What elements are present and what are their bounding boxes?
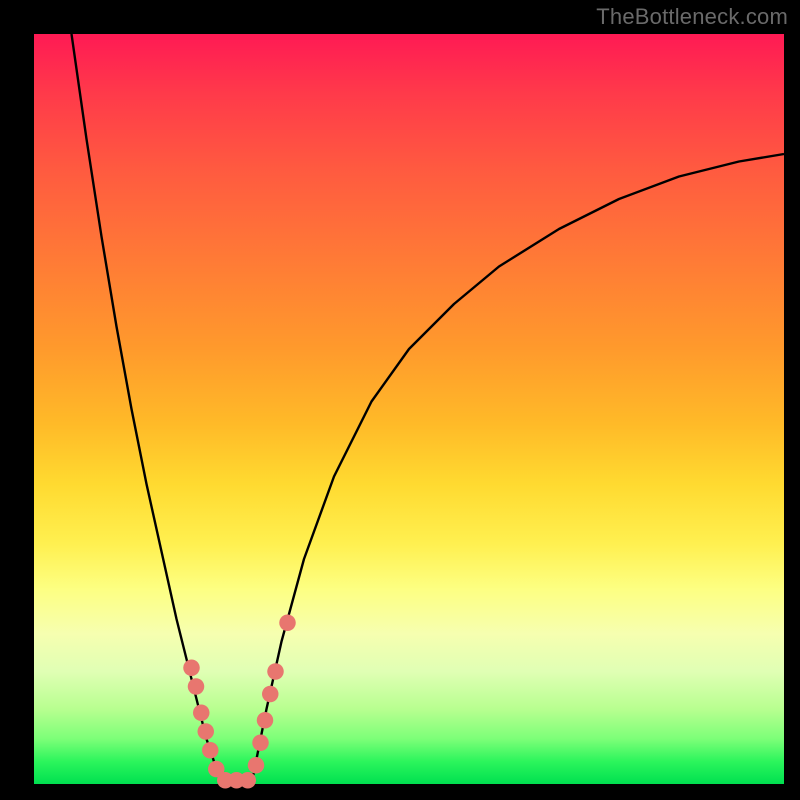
curve-marker bbox=[279, 615, 296, 632]
watermark-text: TheBottleneck.com bbox=[596, 4, 788, 30]
curve-marker bbox=[240, 772, 257, 789]
curve-marker bbox=[198, 723, 215, 740]
curve-markers bbox=[183, 615, 296, 789]
curve-marker bbox=[262, 686, 279, 703]
chart-svg bbox=[34, 34, 784, 784]
curve-marker bbox=[257, 712, 274, 729]
bottleneck-curve bbox=[72, 34, 785, 784]
chart-plot-area bbox=[34, 34, 784, 784]
curve-marker bbox=[188, 678, 205, 695]
curve-marker bbox=[183, 660, 200, 677]
curve-marker bbox=[248, 757, 265, 774]
chart-frame: TheBottleneck.com bbox=[0, 0, 800, 800]
curve-marker bbox=[202, 742, 219, 759]
curve-marker bbox=[252, 735, 269, 752]
curve-marker bbox=[193, 705, 210, 722]
curve-path bbox=[72, 34, 785, 784]
curve-marker bbox=[267, 663, 284, 680]
